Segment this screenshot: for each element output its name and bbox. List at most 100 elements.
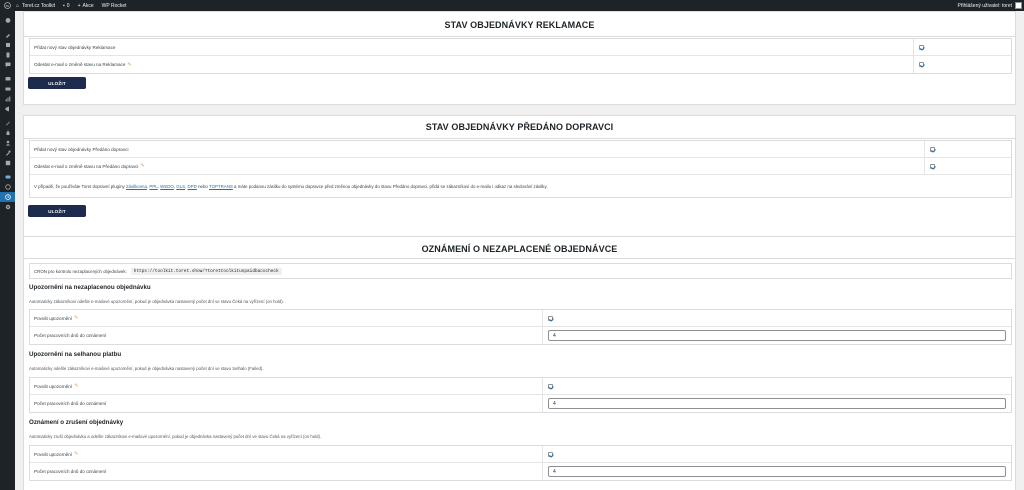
dashboard-icon[interactable] (0, 15, 15, 25)
row-label: Počet pracovních dnů do oznámení (34, 333, 107, 338)
predano-panel: STAV OBJEDNÁVKY PŘEDÁNO DOPRAVCI Přidat … (23, 115, 1016, 237)
products-icon[interactable] (0, 84, 15, 94)
add-reklamace-status-checkbox[interactable] (919, 44, 924, 50)
comments-count: 0 (66, 2, 70, 9)
nezaplacene-title: OZNÁMENÍ O NEZAPLACENÉ OBJEDNÁVCE (421, 244, 618, 254)
enable-cancel-notice-checkbox[interactable] (548, 451, 553, 457)
settings-icon[interactable] (0, 158, 15, 168)
admin-sidebar (0, 11, 15, 490)
unpaid-settings-table: Povolit upozornění ✎ Počet pracovních dnů… (29, 309, 1012, 345)
link-dpd[interactable]: DPD (188, 184, 197, 189)
row-label: Počet pracovních dnů do oznámení (34, 401, 107, 406)
table-row: Počet pracovních dnů do oznámení 4 (30, 463, 1011, 480)
section-description: Automaticky odešle zákazníkovi e-mailové… (29, 366, 264, 371)
pencil-icon[interactable]: ✎ (127, 62, 131, 68)
new-content-link[interactable]: + Akce (74, 0, 98, 11)
woocommerce-icon[interactable] (0, 74, 15, 84)
cron-row: CRON pro kontrolu nezaplacených objednáv… (29, 263, 1012, 279)
section-description: Automaticky zákazníkovi odešle e-mailové… (29, 299, 284, 304)
predano-settings-table: Přidat nový stav objednávky Předáno dopr… (29, 140, 1012, 198)
table-row: Přidat nový stav objednávky Reklamace (30, 39, 1011, 56)
table-row: Počet pracovních dnů do oznámení 4 (30, 395, 1011, 412)
section-description: Automaticky zruší objednávku a odešle zá… (29, 434, 322, 439)
section-heading: Upozornění na nezaplacenou objednávku (29, 284, 151, 291)
plus-icon: + (77, 2, 81, 9)
reklamace-panel: STAV OBJEDNÁVKY REKLAMACE Přidat nový st… (23, 11, 1016, 105)
link-ppl[interactable]: PPL (149, 184, 157, 189)
table-row: Povolit upozornění ✎ (30, 446, 1011, 463)
user-label: Přihlášený uživatel: toret (957, 2, 1012, 9)
table-row: Odeslat e-mail o změně stavu na Reklamac… (30, 56, 1011, 73)
pin-icon[interactable] (0, 30, 15, 40)
media-icon[interactable] (0, 40, 15, 50)
site-name: Toret.cz Toolkit (22, 2, 56, 9)
row-label: Přidat nový stav objednávky Předáno dopr… (34, 146, 129, 152)
send-reklamace-email-checkbox[interactable] (919, 62, 924, 67)
row-label: Povolit upozornění (34, 383, 73, 389)
table-row: Povolit upozornění ✎ (30, 378, 1011, 395)
circle-icon[interactable] (0, 182, 15, 192)
failed-settings-table: Povolit upozornění ✎ Počet pracovních dnů… (29, 377, 1012, 413)
gear-icon[interactable] (0, 202, 15, 212)
analytics-icon[interactable] (0, 94, 15, 104)
reklamace-settings-table: Přidat nový stav objednávky Reklamace Od… (29, 38, 1012, 74)
admin-bar: W ⌂ Toret.cz Toolkit ▪ 0 + Akce WP Rocke… (0, 0, 1024, 11)
row-label: Odeslat e-mail o změně stavu na Reklamac… (34, 62, 126, 67)
table-row: Přidat nový stav objednávky Předáno dopr… (30, 141, 1011, 158)
clock-icon[interactable] (0, 192, 15, 202)
site-name-link[interactable]: ⌂ Toret.cz Toolkit (12, 0, 59, 11)
comments-icon[interactable] (0, 60, 15, 70)
toret-icon[interactable] (0, 172, 15, 182)
users-icon[interactable] (0, 138, 15, 148)
enable-failed-notice-checkbox[interactable] (548, 383, 553, 389)
tools-icon[interactable] (0, 148, 15, 158)
wordpress-logo-icon[interactable]: W (2, 1, 12, 11)
cron-label: CRON pro kontrolu nezaplacených objednáv… (34, 268, 127, 274)
nezaplacene-panel: OZNÁMENÍ O NEZAPLACENÉ OBJEDNÁVCE CRON p… (23, 236, 1016, 490)
row-label: Počet pracovních dnů do oznámení (34, 469, 107, 474)
predano-title: STAV OBJEDNÁVKY PŘEDÁNO DOPRAVCI (425, 122, 614, 132)
enable-unpaid-notice-checkbox[interactable] (548, 315, 553, 321)
comment-icon: ▪ (63, 2, 65, 9)
row-label: Odeslat e-mail o změně stavu na Předáno … (34, 163, 139, 169)
link-gls[interactable]: GLS (176, 184, 185, 189)
wp-rocket-label: WP Rocket (101, 2, 127, 9)
pencil-icon[interactable]: ✎ (140, 163, 144, 169)
add-predano-status-checkbox[interactable] (930, 146, 935, 152)
link-toptrans[interactable]: TOPTRANS (209, 184, 233, 189)
link-wedo[interactable]: WEDO (160, 184, 174, 189)
cron-url[interactable]: https://toolkit.toret.show/?torettoolkit… (130, 267, 282, 275)
row-label: Povolit upozornění (34, 451, 73, 457)
send-predano-email-checkbox[interactable] (930, 163, 935, 169)
pencil-icon[interactable]: ✎ (74, 315, 78, 321)
user-account-link[interactable]: Přihlášený uživatel: toret (958, 2, 1024, 9)
link-zasilkovna[interactable]: Zásilkovna (126, 184, 147, 189)
comments-link[interactable]: ▪ 0 (59, 0, 74, 11)
new-label: Akce (82, 2, 94, 9)
reklamace-title: STAV OBJEDNÁVKY REKLAMACE (444, 20, 595, 30)
cancel-days-input[interactable]: 4 (548, 466, 1006, 477)
avatar (1015, 2, 1022, 9)
section-heading: Oznámení o zrušení objednávky (29, 419, 124, 426)
pages-icon[interactable] (0, 50, 15, 60)
unpaid-days-input[interactable]: 4 (548, 330, 1006, 341)
carrier-note: V případě, že používáte Toret dopravní p… (34, 183, 548, 189)
table-row: Povolit upozornění ✎ (30, 310, 1011, 327)
section-heading: Upozornění na selhanou platbu (29, 351, 122, 358)
appearance-icon[interactable] (0, 118, 15, 128)
home-icon: ⌂ (16, 2, 20, 9)
wp-rocket-link[interactable]: WP Rocket (98, 0, 131, 11)
table-row: V případě, že používáte Toret dopravní p… (30, 175, 1011, 197)
table-row: Odeslat e-mail o změně stavu na Předáno … (30, 158, 1011, 175)
plugins-icon[interactable] (0, 128, 15, 138)
marketing-icon[interactable] (0, 104, 15, 114)
failed-days-input[interactable]: 4 (548, 398, 1006, 409)
pencil-icon[interactable]: ✎ (74, 383, 78, 389)
row-label: Povolit upozornění (34, 315, 73, 321)
row-label: Přidat nový stav objednávky Reklamace (34, 44, 116, 50)
pencil-icon[interactable]: ✎ (74, 451, 78, 457)
save-button[interactable]: ULOŽIT (28, 205, 86, 217)
table-row: Počet pracovních dnů do oznámení 4 (30, 327, 1011, 344)
save-button[interactable]: ULOŽIT (28, 77, 86, 89)
svg-text:W: W (5, 4, 9, 8)
